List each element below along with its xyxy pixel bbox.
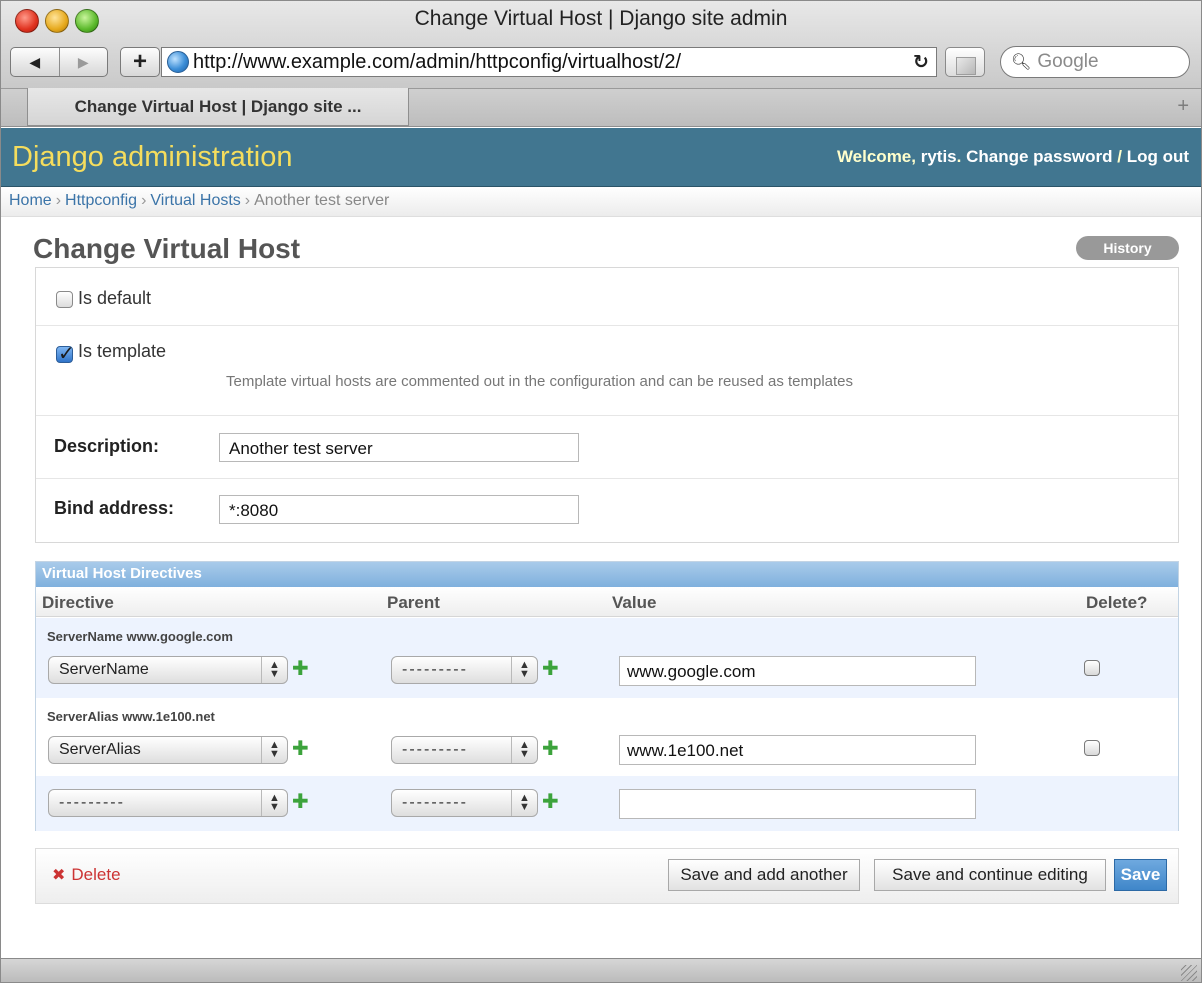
parent-select[interactable]: --------- ▲ ▼ — [391, 736, 538, 764]
directive-select[interactable]: ServerAlias ▲ ▼ — [48, 736, 288, 764]
username: rytis — [920, 147, 957, 166]
select-arrows-icon: ▲ ▼ — [261, 657, 287, 683]
select-arrows-icon: ▲ ▼ — [511, 657, 537, 683]
tab-bar: Change Virtual Host | Django site ... + — [1, 88, 1201, 127]
is-template-row: Is template Template virtual hosts are c… — [36, 326, 1178, 416]
delete-checkbox[interactable] — [1084, 660, 1100, 676]
search-icon: 🔍︎ — [1011, 54, 1032, 71]
search-field[interactable]: 🔍︎ Google — [1000, 46, 1190, 78]
row-original: ServerAlias www.1e100.net — [47, 709, 215, 724]
add-parent-icon[interactable]: ✚ — [542, 736, 559, 761]
directive-select[interactable]: ServerName ▲ ▼ — [48, 656, 288, 684]
row-original: ServerName www.google.com — [47, 629, 233, 644]
back-forward-buttons: ◀ ▶ — [10, 47, 108, 77]
delete-link[interactable]: ✖ Delete — [52, 865, 121, 885]
select-arrows-icon: ▲ ▼ — [511, 737, 537, 763]
admin-header: Django administration Welcome, rytis. Ch… — [1, 128, 1201, 187]
breadcrumb-home[interactable]: Home — [9, 192, 52, 209]
submit-row: ✖ Delete Save and add another Save and c… — [35, 848, 1179, 904]
add-directive-icon[interactable]: ✚ — [292, 789, 309, 814]
breadcrumb-httpconfig[interactable]: Httpconfig — [65, 192, 137, 209]
header-delete: Delete? — [1086, 593, 1148, 612]
breadcrumb: Home › Httpconfig › Virtual Hosts › Another te… — [1, 187, 1201, 217]
breadcrumb-virtual-hosts[interactable]: Virtual Hosts — [150, 192, 240, 209]
is-default-checkbox[interactable] — [56, 291, 73, 308]
bind-address-row: Bind address: *:8080 — [36, 479, 1178, 544]
log-out-link[interactable]: Log out — [1127, 147, 1189, 166]
page-title: Change Virtual Host — [33, 233, 301, 264]
delete-checkbox[interactable] — [1084, 740, 1100, 756]
snapback-button[interactable] — [945, 47, 985, 77]
welcome-text: Welcome, — [836, 147, 921, 166]
tab-change-virtual-host[interactable]: Change Virtual Host | Django site ... — [27, 88, 409, 126]
search-placeholder: Google — [1037, 51, 1099, 72]
add-parent-icon[interactable]: ✚ — [542, 789, 559, 814]
inline-header-row: Directive Parent Value Delete? — [36, 587, 1178, 617]
url-text[interactable]: http://www.example.com/admin/httpconfig/… — [193, 51, 906, 74]
select-arrows-icon: ▲ ▼ — [261, 790, 287, 816]
is-default-row: Is default — [36, 268, 1178, 326]
user-tools: Welcome, rytis. Change password / Log ou… — [836, 147, 1189, 166]
is-template-label: Is template — [78, 341, 167, 361]
value-field[interactable]: www.google.com — [619, 656, 976, 686]
new-tab-icon[interactable]: + — [1177, 95, 1189, 118]
directives-inline: Virtual Host Directives Directive Parent… — [35, 561, 1179, 831]
is-template-checkbox[interactable] — [56, 341, 75, 366]
add-directive-icon[interactable]: ✚ — [292, 736, 309, 761]
description-field[interactable]: Another test server — [219, 433, 579, 462]
directive-row: ServerAlias www.1e100.net ServerAlias ▲ ▼… — [36, 698, 1178, 776]
resize-grip-icon[interactable] — [1181, 965, 1197, 981]
header-value: Value — [612, 593, 657, 612]
change-password-link[interactable]: Change password — [966, 147, 1112, 166]
value-field[interactable]: www.1e100.net — [619, 735, 976, 765]
site-branding[interactable]: Django administration — [12, 141, 292, 174]
add-directive-icon[interactable]: ✚ — [292, 656, 309, 681]
address-bar[interactable]: http://www.example.com/admin/httpconfig/… — [161, 47, 937, 77]
is-template-help: Template virtual hosts are commented out… — [226, 373, 854, 390]
back-arrow-icon[interactable]: ◀ — [11, 48, 59, 76]
description-row: Description: Another test server — [36, 416, 1178, 479]
breadcrumb-current: Another test server — [254, 192, 390, 209]
select-arrows-icon: ▲ ▼ — [511, 790, 537, 816]
select-arrows-icon: ▲ ▼ — [261, 737, 287, 763]
bind-address-field[interactable]: *:8080 — [219, 495, 579, 524]
forward-arrow-icon[interactable]: ▶ — [58, 48, 108, 76]
directive-row-empty: --------- ▲ ▼ ✚ --------- ▲ ▼ ✚ — [36, 776, 1178, 831]
directive-select[interactable]: --------- ▲ ▼ — [48, 789, 288, 817]
directive-row: ServerName www.google.com ServerName ▲ ▼ … — [36, 618, 1178, 698]
status-bar — [1, 958, 1201, 982]
save-and-add-another-button[interactable]: Save and add another — [668, 859, 860, 891]
reload-icon[interactable]: ↻ — [906, 51, 936, 74]
delete-x-icon: ✖ — [52, 867, 66, 884]
parent-select[interactable]: --------- ▲ ▼ — [391, 789, 538, 817]
value-field[interactable] — [619, 789, 976, 819]
description-label: Description: — [54, 436, 160, 456]
window-title: Change Virtual Host | Django site admin — [414, 7, 788, 30]
main-fieldset: Is default Is template Template virtual … — [35, 267, 1179, 543]
save-and-continue-button[interactable]: Save and continue editing — [874, 859, 1106, 891]
header-directive: Directive — [42, 593, 114, 612]
parent-select[interactable]: --------- ▲ ▼ — [391, 656, 538, 684]
inline-caption: Virtual Host Directives — [36, 562, 1178, 587]
add-parent-icon[interactable]: ✚ — [542, 656, 559, 681]
globe-icon — [167, 51, 189, 73]
header-parent: Parent — [387, 593, 440, 612]
add-bookmark-button[interactable]: + — [120, 47, 160, 77]
save-button[interactable]: Save — [1114, 859, 1167, 891]
is-default-label: Is default — [78, 288, 152, 308]
browser-window: Change Virtual Host | Django site admin … — [0, 0, 1202, 983]
history-button[interactable]: History — [1076, 236, 1179, 260]
bind-address-label: Bind address: — [54, 498, 175, 518]
browser-toolbar: Change Virtual Host | Django site admin … — [1, 1, 1201, 89]
